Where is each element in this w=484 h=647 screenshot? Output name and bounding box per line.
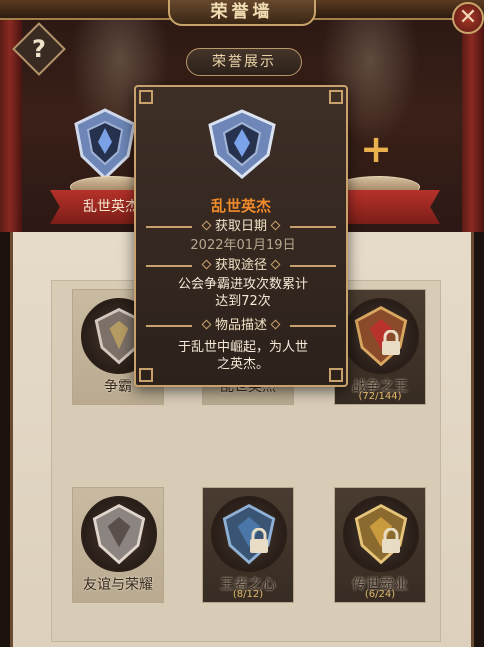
description-line-2: 之英杰。 — [216, 357, 269, 372]
badge-emblem-icon[interactable] — [72, 108, 138, 180]
badge-progress: (8/12) — [232, 589, 264, 600]
description-line-1: 于乱世中崛起，为人世 — [177, 340, 308, 355]
badge-progress: (6/24) — [364, 589, 396, 600]
obtain-date-value: 2022年01月19日 — [190, 238, 296, 253]
medal-circle — [343, 298, 419, 374]
help-icon: ? — [32, 35, 46, 63]
obtain-method-line-1: 公会争霸进攻次数累计 — [177, 277, 308, 292]
tooltip-corner — [329, 90, 343, 104]
medal-circle — [81, 496, 157, 572]
badge-emblem-icon — [92, 503, 146, 565]
right-curtain — [462, 0, 484, 232]
medal-circle — [343, 496, 419, 572]
badge-emblem-icon — [208, 109, 276, 179]
tooltip-badge-name: 乱世英杰 — [210, 197, 271, 215]
lock-icon — [250, 528, 268, 553]
description-header: 物品描述 — [136, 317, 346, 335]
medal-circle — [211, 496, 287, 572]
close-button[interactable]: ✕ — [452, 2, 484, 34]
lock-icon — [382, 528, 400, 553]
badge-label: 友谊与荣耀 — [83, 577, 153, 593]
page-title: 荣誉墙 — [168, 0, 316, 26]
add-badge-plus-icon[interactable]: + — [356, 130, 396, 170]
badge-slot-youyi[interactable]: 友谊与荣耀 — [72, 487, 164, 603]
obtain-method-line-2: 达到72次 — [215, 294, 271, 309]
section-title: 荣誉展示 — [186, 48, 302, 76]
badge-slot-chuanshi[interactable]: 传世霸业 (6/24) — [334, 487, 426, 603]
tooltip-corner — [139, 90, 153, 104]
obtain-date-header: 获取日期 — [136, 218, 346, 236]
close-icon: ✕ — [458, 5, 478, 30]
lock-icon — [382, 330, 400, 355]
left-curtain — [0, 0, 22, 232]
badge-progress: (72/144) — [358, 391, 402, 402]
badge-tooltip: 乱世英杰 获取日期 2022年01月19日 获取途径 公会争霸进攻次数累计 达到… — [134, 85, 348, 387]
obtain-method-header: 获取途径 — [136, 257, 346, 275]
badge-slot-wangzhe[interactable]: 王者之心 (8/12) — [202, 487, 294, 603]
